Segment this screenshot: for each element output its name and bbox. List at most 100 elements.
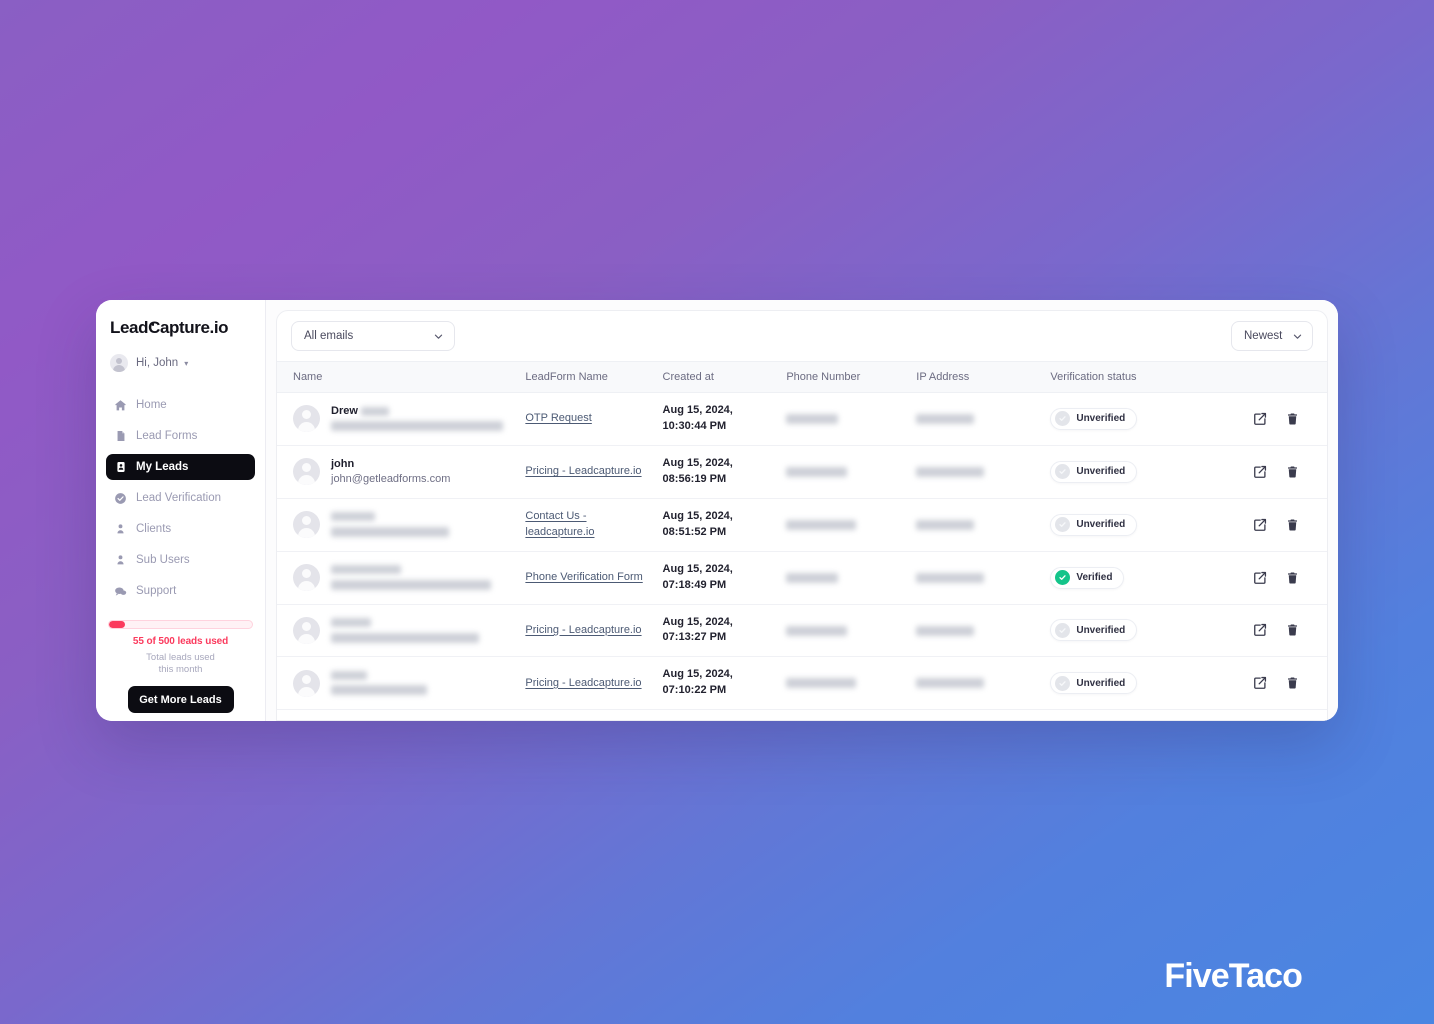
column-header-created[interactable]: Created at <box>656 361 781 393</box>
column-header-name[interactable]: Name <box>277 361 520 393</box>
external-link-icon[interactable] <box>1252 464 1267 479</box>
redacted-text <box>331 685 427 696</box>
table-row[interactable]: Phone Verification Form Aug 15, 2024, 07:1… <box>277 551 1327 605</box>
cell-status: Unverified <box>1044 604 1241 658</box>
trash-icon[interactable] <box>1285 517 1300 532</box>
email-filter-select[interactable]: All emails <box>291 321 455 351</box>
leadform-link[interactable]: Pricing - Leadcapture.io <box>525 464 641 479</box>
redacted-ip <box>916 625 975 636</box>
table-row[interactable]: john john@getleadforms.com Pricing - Leadc… <box>277 445 1327 499</box>
get-more-leads-button[interactable]: Get More Leads <box>127 686 234 713</box>
created-at-value: Aug 15, 2024, 10:30:44 PM <box>662 404 733 432</box>
table-row[interactable]: Pricing - Leadcapture.io Aug 15, 2024, 07:… <box>277 604 1327 658</box>
table-row[interactable]: Contact Us - leadcapture.io Aug 15, 2024,… <box>277 498 1327 552</box>
lead-name-primary: john <box>331 457 450 472</box>
table-row[interactable]: Drew OTP Request Aug 15, 2024, 10:30:44 PM… <box>277 392 1327 446</box>
sidebar-item-my-leads[interactable]: My Leads <box>106 454 255 480</box>
column-header-ip[interactable]: IP Address <box>910 361 1045 393</box>
leadform-link[interactable]: Phone Verification Form <box>525 570 642 585</box>
avatar <box>293 458 320 486</box>
check-circle-icon <box>114 492 127 505</box>
cell-created-at: Aug 15, 2024, 10:30:44 PM <box>656 392 781 446</box>
table-body: Drew OTP Request Aug 15, 2024, 10:30:44 PM… <box>277 392 1327 711</box>
leads-panel: All emails Newest Name LeadForm Name Cre… <box>276 310 1328 721</box>
external-link-icon[interactable] <box>1252 570 1267 585</box>
redacted-text <box>331 526 449 537</box>
sidebar-item-clients[interactable]: Clients <box>106 516 255 542</box>
lead-name-secondary <box>331 419 503 434</box>
cell-name: Drew <box>277 392 520 446</box>
lead-email: john@getleadforms.com <box>331 472 451 485</box>
fivetaco-watermark: FiveTaco <box>1164 957 1303 995</box>
trash-icon[interactable] <box>1285 464 1300 479</box>
redacted-phone <box>786 625 848 636</box>
cell-actions <box>1240 604 1327 658</box>
column-header-actions <box>1240 361 1327 393</box>
redacted-text <box>331 632 479 643</box>
redacted-phone <box>786 572 839 583</box>
column-header-leadform[interactable]: LeadForm Name <box>519 361 657 393</box>
leadform-link[interactable]: Contact Us - leadcapture.io <box>525 509 650 540</box>
lead-name: Drew <box>331 404 358 417</box>
redacted-ip <box>916 572 985 583</box>
redacted-ip <box>916 414 975 425</box>
table-header-row: Name LeadForm Name Created at Phone Numb… <box>277 361 1327 393</box>
external-link-icon[interactable] <box>1252 623 1267 638</box>
user-menu[interactable]: Hi, John ▾ <box>96 354 265 372</box>
redacted-phone <box>786 678 857 689</box>
cell-status: Unverified <box>1044 392 1241 446</box>
leads-table-scroll[interactable]: Name LeadForm Name Created at Phone Numb… <box>277 361 1327 720</box>
avatar <box>293 669 320 697</box>
sidebar-item-label: Sub Users <box>136 554 190 566</box>
redacted-text <box>331 512 375 522</box>
cell-leadform: Pricing - Leadcapture.io <box>519 445 657 499</box>
quota-progress-bar <box>108 619 253 629</box>
trash-icon[interactable] <box>1285 570 1300 585</box>
chevron-down-icon: ▾ <box>184 358 189 368</box>
external-link-icon[interactable] <box>1252 517 1267 532</box>
check-circle-icon <box>1055 411 1071 427</box>
lead-name-secondary <box>331 578 491 593</box>
lead-name-primary <box>331 563 491 578</box>
cell-leadform: OTP Request <box>519 392 657 446</box>
cell-status: Unverified <box>1044 656 1241 711</box>
redacted-text <box>331 565 401 575</box>
app-window: Lead Capture.io Hi, John ▾ Home Lead Form… <box>96 300 1338 721</box>
table-header: Name LeadForm Name Created at Phone Numb… <box>277 361 1327 393</box>
status-badge: Unverified <box>1050 672 1138 695</box>
cell-phone <box>780 445 911 499</box>
cell-leadform: Pricing - Leadcapture.io <box>519 604 657 658</box>
external-link-icon[interactable] <box>1252 411 1267 426</box>
leadform-link[interactable]: Pricing - Leadcapture.io <box>525 623 641 638</box>
sidebar-item-sub-users[interactable]: Sub Users <box>106 547 255 573</box>
leads-toolbar: All emails Newest <box>277 311 1327 361</box>
external-link-icon[interactable] <box>1252 676 1267 691</box>
trash-icon[interactable] <box>1285 623 1300 638</box>
cell-phone <box>780 656 911 711</box>
user-avatar-icon <box>110 354 128 372</box>
sidebar-item-home[interactable]: Home <box>106 392 255 418</box>
trash-icon[interactable] <box>1285 411 1300 426</box>
cell-created-at: Aug 15, 2024, 07:18:49 PM <box>656 551 781 605</box>
leadform-link[interactable]: Pricing - Leadcapture.io <box>525 676 641 691</box>
created-at-value: Aug 15, 2024, 07:13:27 PM <box>662 615 733 644</box>
column-header-phone[interactable]: Phone Number <box>780 361 911 393</box>
redacted-phone <box>786 466 848 477</box>
lead-name-primary <box>331 668 427 683</box>
cell-ip <box>910 445 1045 499</box>
quota-sublabel: Total leads used this month <box>108 652 253 677</box>
sort-select[interactable]: Newest <box>1231 321 1313 351</box>
trash-icon[interactable] <box>1285 676 1300 691</box>
column-header-status[interactable]: Verification status <box>1044 361 1241 393</box>
cell-ip <box>910 498 1045 552</box>
lead-name-primary <box>331 510 449 525</box>
status-badge: Unverified <box>1050 407 1138 430</box>
sidebar-item-support[interactable]: Support <box>106 578 255 604</box>
sidebar-item-label: Lead Verification <box>136 492 222 504</box>
sidebar-item-lead-verification[interactable]: Lead Verification <box>106 485 255 511</box>
status-label: Unverified <box>1076 677 1126 689</box>
table-row[interactable]: Pricing - Leadcapture.io Aug 15, 2024, 07:… <box>277 656 1327 711</box>
leadform-link[interactable]: OTP Request <box>525 411 591 426</box>
sidebar-item-lead-forms[interactable]: Lead Forms <box>106 423 255 449</box>
cell-actions <box>1240 656 1327 711</box>
